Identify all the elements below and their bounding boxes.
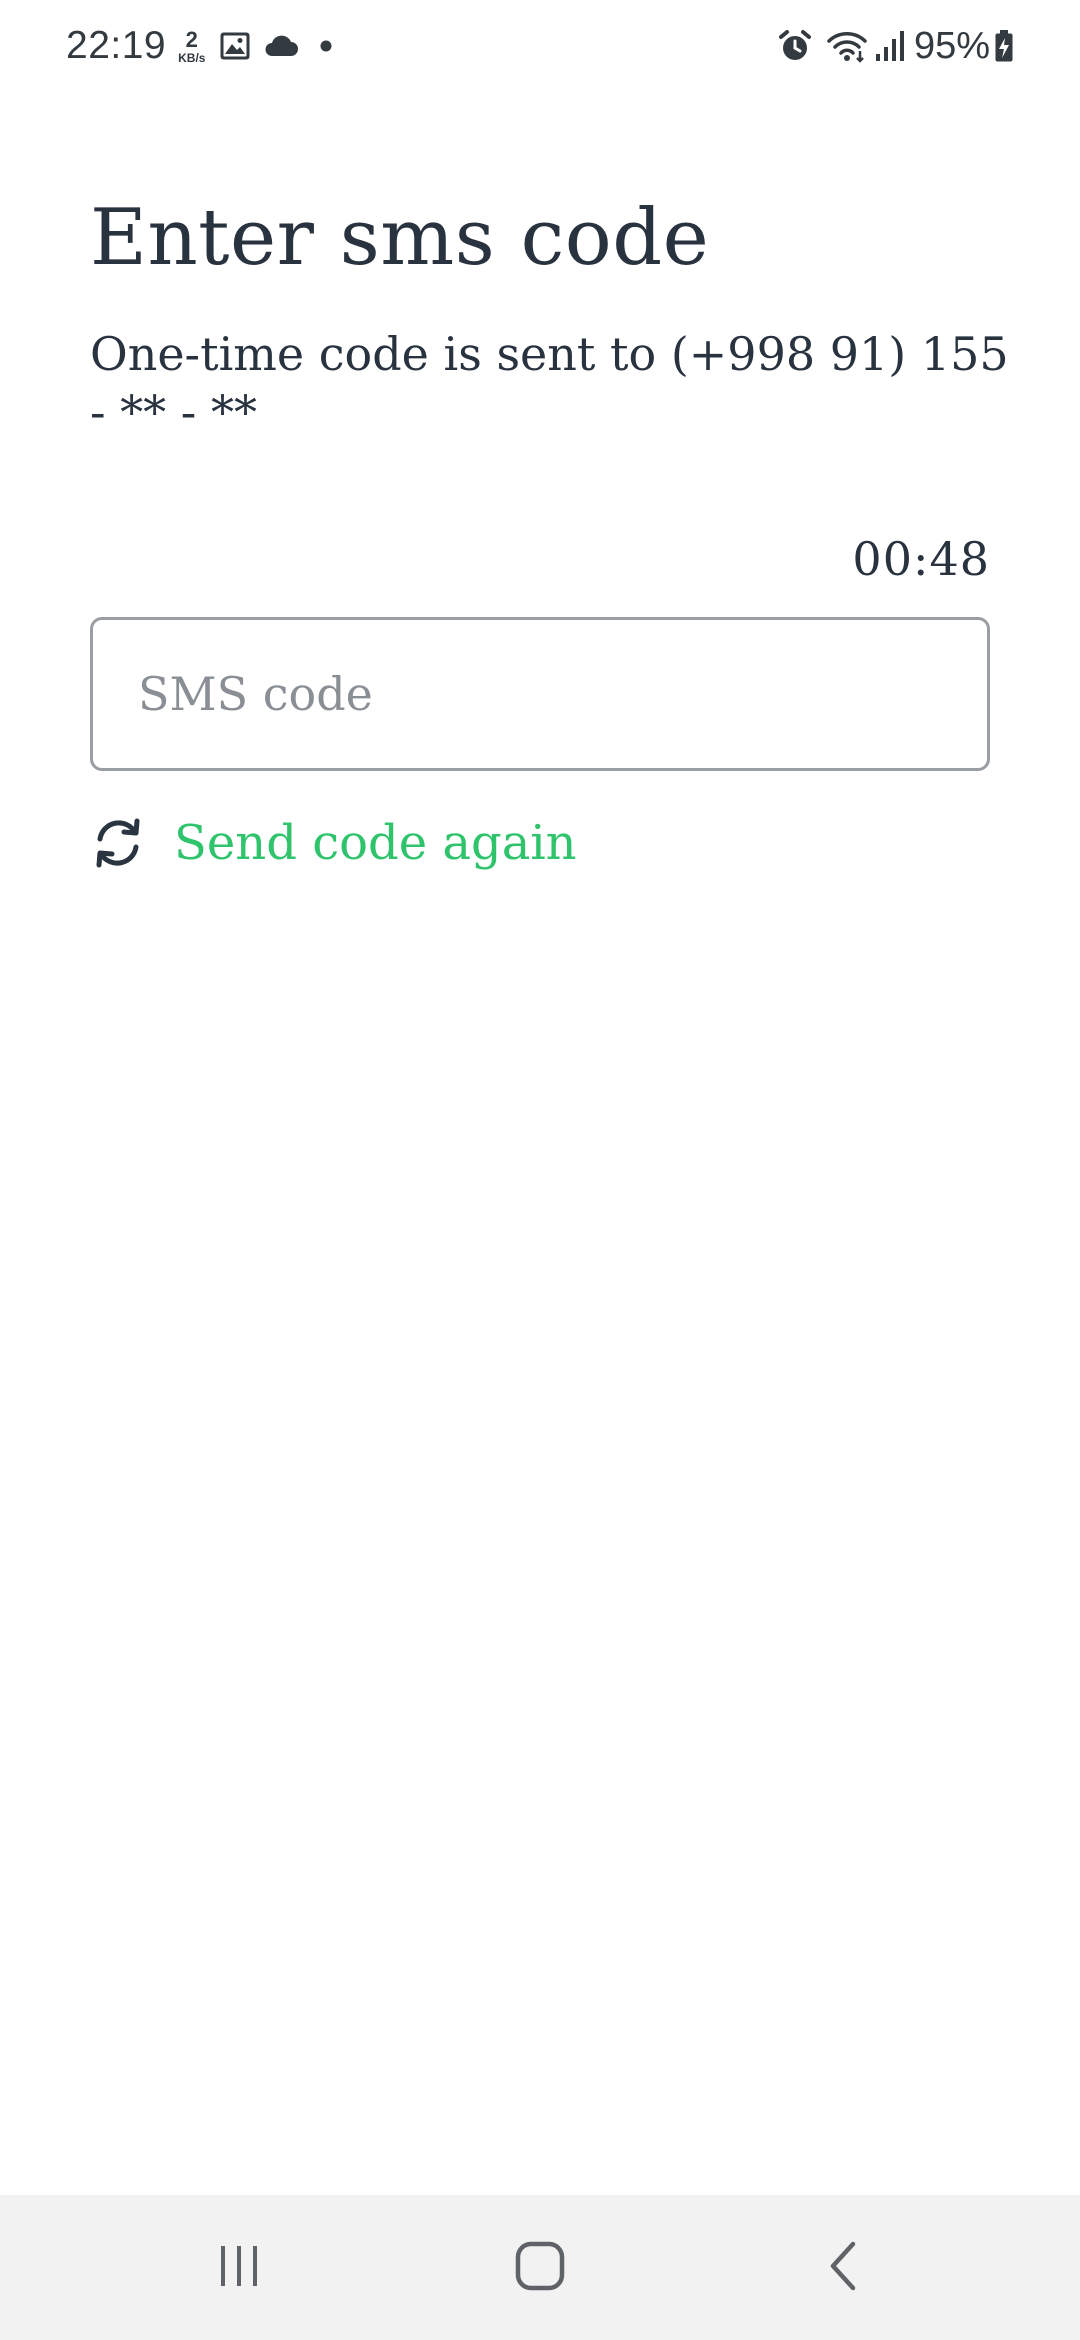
status-bar-left: 22:19 2 KB/s — [66, 20, 333, 72]
network-speed-value: 2 — [185, 26, 198, 52]
alarm-icon — [778, 29, 812, 63]
home-icon — [514, 2240, 566, 2296]
sms-sent-info: One-time code is sent to (+998 91) 155 -… — [90, 327, 1009, 439]
countdown-timer: 00:48 — [852, 532, 990, 586]
send-code-again-button[interactable]: Send code again — [90, 808, 577, 878]
sms-code-input[interactable] — [90, 617, 990, 771]
cloud-icon — [263, 34, 299, 58]
home-button[interactable] — [460, 2195, 620, 2340]
wifi-icon — [826, 29, 868, 63]
battery-percentage: 95% — [913, 24, 990, 67]
status-bar: 22:19 2 KB/s 95% — [0, 0, 1080, 92]
status-bar-right: 95% — [778, 20, 1014, 72]
recents-button[interactable] — [159, 2195, 319, 2340]
status-time: 22:19 — [66, 24, 167, 67]
back-button[interactable] — [763, 2195, 923, 2340]
gallery-icon — [219, 31, 251, 61]
page-title: Enter sms code — [90, 193, 710, 283]
recents-icon — [215, 2242, 263, 2294]
cellular-signal-icon — [874, 30, 904, 62]
notification-dot-icon — [319, 39, 333, 53]
refresh-icon — [90, 815, 146, 871]
send-code-again-label: Send code again — [174, 815, 577, 871]
network-speed-indicator: 2 KB/s — [178, 26, 206, 65]
back-icon — [823, 2240, 863, 2296]
battery-charging-icon — [994, 29, 1014, 63]
network-speed-unit: KB/s — [178, 50, 206, 65]
system-navigation-bar — [0, 2195, 1080, 2340]
